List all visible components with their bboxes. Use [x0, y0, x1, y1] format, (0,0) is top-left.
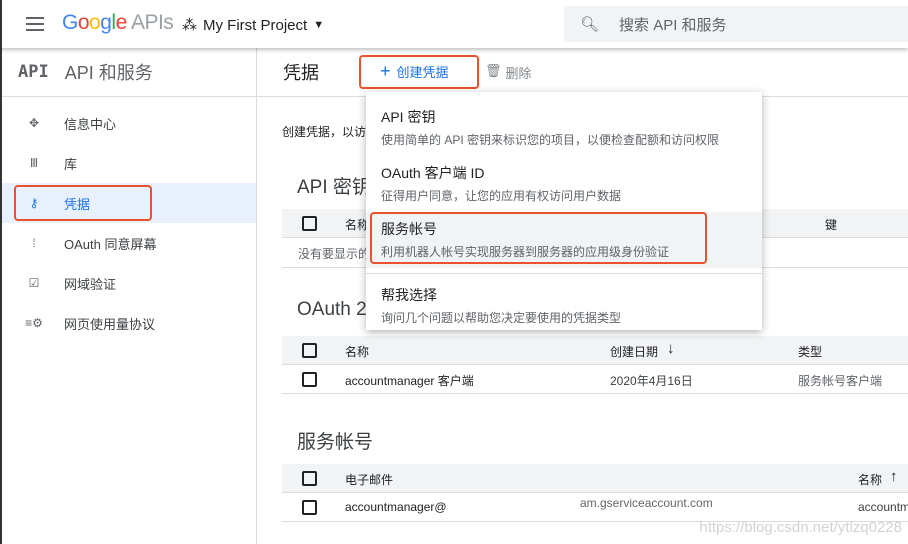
column-name[interactable]: 名称	[858, 471, 882, 488]
create-credentials-menu: API 密钥使用简单的 API 密钥来标识您的项目，以便检查配额和访问权限 OA…	[366, 92, 762, 330]
page-title: 凭据	[283, 63, 319, 83]
sidebar-item-label: 网页使用量协议	[64, 316, 156, 332]
api-keys-title: API 密钥	[297, 177, 371, 198]
sidebar-item-label: 网域验证	[64, 276, 117, 292]
service-accounts-header: 电子邮件 名称 ↑	[282, 464, 908, 493]
service-accounts-title: 服务帐号	[297, 432, 374, 453]
search-placeholder: 搜索 API 和服务	[619, 16, 727, 34]
menu-item-desc: 征得用户同意，让您的应用有权访问用户数据	[381, 189, 622, 203]
oauth-title: OAuth 2	[297, 299, 367, 320]
select-all-checkbox[interactable]	[302, 216, 317, 231]
dropdown-arrow-icon: ▼	[313, 19, 325, 31]
settings-list-icon: ≡⚙	[25, 316, 43, 330]
api-logo: API	[18, 62, 49, 82]
sidebar-item-page-usage[interactable]: ≡⚙ 网页使用量协议	[2, 303, 256, 343]
sort-up-icon[interactable]: ↑	[890, 468, 898, 485]
column-type[interactable]: 类型	[798, 343, 822, 360]
email-start[interactable]: accountmanager@	[345, 500, 447, 514]
sidebar-item-label: OAuth 同意屏幕	[64, 236, 157, 252]
sidebar-title: API 和服务	[64, 63, 153, 83]
checkbox-icon: ☑	[28, 276, 40, 290]
select-all-checkbox[interactable]	[302, 343, 317, 358]
sidebar-item-oauth-consent[interactable]: ⁞ OAuth 同意屏幕	[2, 223, 256, 263]
trash-icon: 🗑︎	[485, 63, 502, 78]
client-name[interactable]: accountmanager 客户端	[345, 372, 474, 389]
menu-item-title: 帮我选择	[381, 287, 437, 303]
email-end: am.gserviceaccount.com	[580, 496, 713, 510]
page-header: 凭据 + 创建凭据 🗑︎ 删除	[257, 48, 908, 97]
delete-button[interactable]: 🗑︎ 删除	[485, 63, 532, 82]
menu-item-title: API 密钥	[381, 109, 436, 125]
client-date: 2020年4月16日	[610, 374, 693, 388]
account-name: accountm	[858, 500, 908, 514]
menu-icon[interactable]	[26, 17, 44, 31]
top-bar: Google APIs ⁂ My First Project ▼ 🔍︎ 搜索 API …	[0, 0, 908, 48]
dashboard-icon: ✥	[28, 116, 40, 130]
search-input[interactable]: 🔍︎ 搜索 API 和服务	[564, 6, 908, 42]
sidebar-item-library[interactable]: Ⅲ库	[2, 143, 256, 183]
delete-label: 删除	[505, 66, 532, 81]
highlight-box	[14, 185, 152, 221]
description-text: 创建凭据，以访问	[282, 125, 379, 139]
row-checkbox[interactable]	[302, 372, 317, 387]
project-selector[interactable]: ⁂ My First Project ▼	[182, 16, 325, 35]
sort-down-icon[interactable]: ↓	[667, 340, 675, 357]
oauth-header: 名称 创建日期 ↓ 类型	[282, 336, 908, 365]
highlight-box	[359, 55, 479, 89]
column-name[interactable]: 名称	[345, 343, 369, 360]
menu-item-desc: 询问几个问题以帮助您决定要使用的凭据类型	[381, 311, 622, 325]
consent-icon: ⁞	[32, 236, 36, 250]
library-icon: Ⅲ	[29, 156, 39, 170]
sidebar-item-label: 信息中心	[64, 116, 117, 132]
sidebar-item-domain-verification[interactable]: ☑ 网域验证	[2, 263, 256, 303]
project-name: My First Project	[203, 16, 308, 34]
menu-item-help-me-choose[interactable]: 帮我选择询问几个问题以帮助您决定要使用的凭据类型	[366, 278, 762, 334]
menu-item-service-account[interactable]: 服务帐号 利用机器人帐号实现服务器到服务器的应用级身份验证	[366, 212, 762, 268]
project-icon: ⁂	[182, 17, 197, 34]
column-email[interactable]: 电子邮件	[345, 471, 393, 488]
menu-item-oauth-client-id[interactable]: OAuth 客户端 ID 征得用户同意，让您的应用有权访问用户数据	[366, 156, 762, 212]
select-all-checkbox[interactable]	[302, 471, 317, 486]
sidebar-item-dashboard[interactable]: ✥ 信息中心	[2, 103, 256, 143]
client-type: 服务帐号客户端	[798, 374, 883, 388]
column-date[interactable]: 创建日期	[610, 343, 658, 360]
empty-message: 没有要显示的	[298, 247, 371, 261]
menu-item-api-key[interactable]: API 密钥使用简单的 API 密钥来标识您的项目，以便检查配额和访问权限	[366, 100, 762, 156]
menu-item-title: OAuth 客户端 ID	[381, 165, 485, 181]
logo-apis-text: APIs	[130, 11, 174, 34]
sidebar-item-label: 库	[64, 156, 78, 172]
menu-item-desc: 使用简单的 API 密钥来标识您的项目，以便检查配额和访问权限	[381, 133, 720, 147]
highlight-box	[370, 212, 707, 264]
watermark: https://blog.csdn.net/ytlzq0228	[699, 519, 902, 536]
table-row: accountmanager@ am.gserviceaccount.com acc…	[282, 493, 908, 522]
google-apis-logo[interactable]: Google APIs	[62, 11, 174, 35]
sidebar-item-credentials[interactable]: ⚷ 凭据	[2, 183, 256, 223]
column-key[interactable]: 键	[825, 216, 837, 233]
menu-divider	[366, 273, 762, 274]
row-checkbox[interactable]	[302, 500, 317, 515]
sidebar: API API 和服务 ✥ 信息中心 Ⅲ库 ⚷ 凭据 ⁞ OAuth 同意屏幕 ☑ 网域验…	[0, 48, 257, 544]
table-row: accountmanager 客户端 2020年4月16日 服务帐号客户端	[282, 365, 908, 394]
search-icon: 🔍︎	[580, 16, 600, 33]
